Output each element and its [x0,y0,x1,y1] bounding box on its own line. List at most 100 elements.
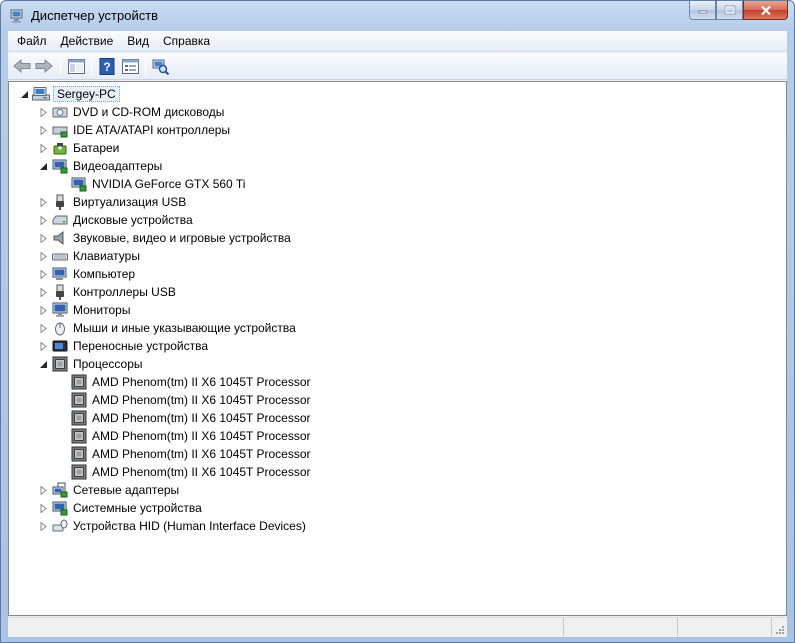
tree-node-label: Сетевые адаптеры [73,483,180,497]
status-pane-3 [678,618,772,636]
tree-category-node[interactable]: Мыши и иные указывающие устройства [17,319,517,337]
collapsed-arrow-icon[interactable] [39,270,48,279]
tree-device-node[interactable]: AMD Phenom(tm) II X6 1045T Processor [36,391,536,409]
tree-category-node[interactable]: Звуковые, видео и игровые устройства [17,229,517,247]
tree-category-node[interactable]: Сетевые адаптеры [17,481,517,499]
menu-view[interactable]: Вид [120,32,156,51]
expanded-arrow-icon[interactable] [20,90,29,99]
tree-category-node[interactable]: Мониторы [17,301,517,319]
tree-category-node[interactable]: Компьютер [17,265,517,283]
usb-icon [52,284,68,300]
title-bar[interactable]: Диспетчер устройств [1,1,794,31]
tree-device-node[interactable]: AMD Phenom(tm) II X6 1045T Processor [36,373,536,391]
tree-category-node[interactable]: Дисковые устройства [17,211,517,229]
close-button[interactable] [743,1,788,20]
tree-node-label: AMD Phenom(tm) II X6 1045T Processor [92,465,311,479]
status-bar [8,617,787,637]
processor-icon [71,428,87,444]
display-adapter-icon [71,176,87,192]
tree-node-label: NVIDIA GeForce GTX 560 Ti [92,177,246,191]
tree-category-node[interactable]: DVD и CD-ROM дисководы [17,103,517,121]
toolbar-separator [91,58,92,75]
tree-category-node[interactable]: Виртуализация USB [17,193,517,211]
tree-category-node[interactable]: Видеоадаптеры [17,157,517,175]
tree-root-node[interactable]: Sergey-PC [17,85,317,103]
display-adapter-icon [52,158,68,174]
scan-hardware-button[interactable] [151,57,171,75]
tree-node-label: Видеоадаптеры [73,159,163,173]
properties-icon [121,58,139,74]
forward-button[interactable] [34,57,54,75]
collapsed-arrow-icon[interactable] [39,234,48,243]
tree-device-node[interactable]: AMD Phenom(tm) II X6 1045T Processor [36,445,536,463]
collapsed-arrow-icon[interactable] [39,324,48,333]
collapsed-arrow-icon[interactable] [39,216,48,225]
tree-node-label: Устройства HID (Human Interface Devices) [73,519,306,533]
menu-action[interactable]: Действие [54,32,121,51]
menu-help[interactable]: Справка [156,32,217,51]
processor-icon [71,374,87,390]
window-title: Диспетчер устройств [31,8,159,23]
maximize-icon [724,5,735,15]
console-tree-icon [67,58,85,74]
collapsed-arrow-icon[interactable] [39,144,48,153]
toolbar-separator [145,58,146,75]
battery-icon [52,140,68,156]
minimize-button[interactable] [689,1,716,20]
keyboard-icon [52,248,68,264]
expanded-arrow-icon[interactable] [39,360,48,369]
caption-buttons [689,1,788,21]
show-hide-console-tree-button[interactable] [66,57,86,75]
tree-category-node[interactable]: Переносные устройства [17,337,517,355]
menu-file[interactable]: Файл [10,32,54,51]
tree-node-label: Контроллеры USB [73,285,176,299]
tree-node-label: Дисковые устройства [73,213,193,227]
tree-category-node[interactable]: IDE ATA/ATAPI контроллеры [17,121,517,139]
collapsed-arrow-icon[interactable] [39,486,48,495]
collapsed-arrow-icon[interactable] [39,108,48,117]
maximize-button[interactable] [716,1,743,20]
device-manager-window: Диспетчер устройств Файл Действие Вид Сп… [0,0,795,643]
tree-device-node[interactable]: AMD Phenom(tm) II X6 1045T Processor [36,409,536,427]
tree-node-label: Клавиатуры [73,249,140,263]
tree-node-label: DVD и CD-ROM дисководы [73,105,225,119]
collapsed-arrow-icon[interactable] [39,288,48,297]
tree-node-label: Звуковые, видео и игровые устройства [73,231,291,245]
tree-node-label: Батареи [73,141,120,155]
status-pane-2 [564,618,678,636]
device-tree[interactable]: Sergey-PC DVD и CD-ROM дисководы IDE ATA/… [8,81,787,616]
disk-drive-icon [52,212,68,228]
properties-button[interactable] [120,57,140,75]
tree-device-node[interactable]: AMD Phenom(tm) II X6 1045T Processor [36,463,536,481]
collapsed-arrow-icon[interactable] [39,198,48,207]
monitor-icon [52,302,68,318]
tree-category-node[interactable]: Клавиатуры [17,247,517,265]
tree-category-node[interactable]: Батареи [17,139,517,157]
tree-category-node[interactable]: Системные устройства [17,499,517,517]
expanded-arrow-icon[interactable] [39,162,48,171]
tree-category-node[interactable]: Процессоры [17,355,517,373]
collapsed-arrow-icon[interactable] [39,342,48,351]
tree-node-label: AMD Phenom(tm) II X6 1045T Processor [92,393,311,407]
tree-category-node[interactable]: Контроллеры USB [17,283,517,301]
help-button[interactable]: ? [97,57,117,75]
speaker-icon [52,230,68,246]
processor-icon [71,464,87,480]
collapsed-arrow-icon[interactable] [39,252,48,261]
back-button[interactable] [12,57,32,75]
processor-icon [71,392,87,408]
minimize-icon [698,10,707,14]
tree-node-label: AMD Phenom(tm) II X6 1045T Processor [92,411,311,425]
collapsed-arrow-icon[interactable] [39,306,48,315]
tree-device-node[interactable]: NVIDIA GeForce GTX 560 Ti [36,175,536,193]
network-adapter-icon [52,482,68,498]
close-icon [760,5,771,15]
collapsed-arrow-icon[interactable] [39,504,48,513]
menu-bar: Файл Действие Вид Справка [8,31,787,52]
resize-grip-icon[interactable] [773,623,785,635]
collapsed-arrow-icon[interactable] [39,126,48,135]
collapsed-arrow-icon[interactable] [39,522,48,531]
tree-category-node[interactable]: Устройства HID (Human Interface Devices) [17,517,517,535]
computer-icon [32,86,50,102]
tree-device-node[interactable]: AMD Phenom(tm) II X6 1045T Processor [36,427,536,445]
